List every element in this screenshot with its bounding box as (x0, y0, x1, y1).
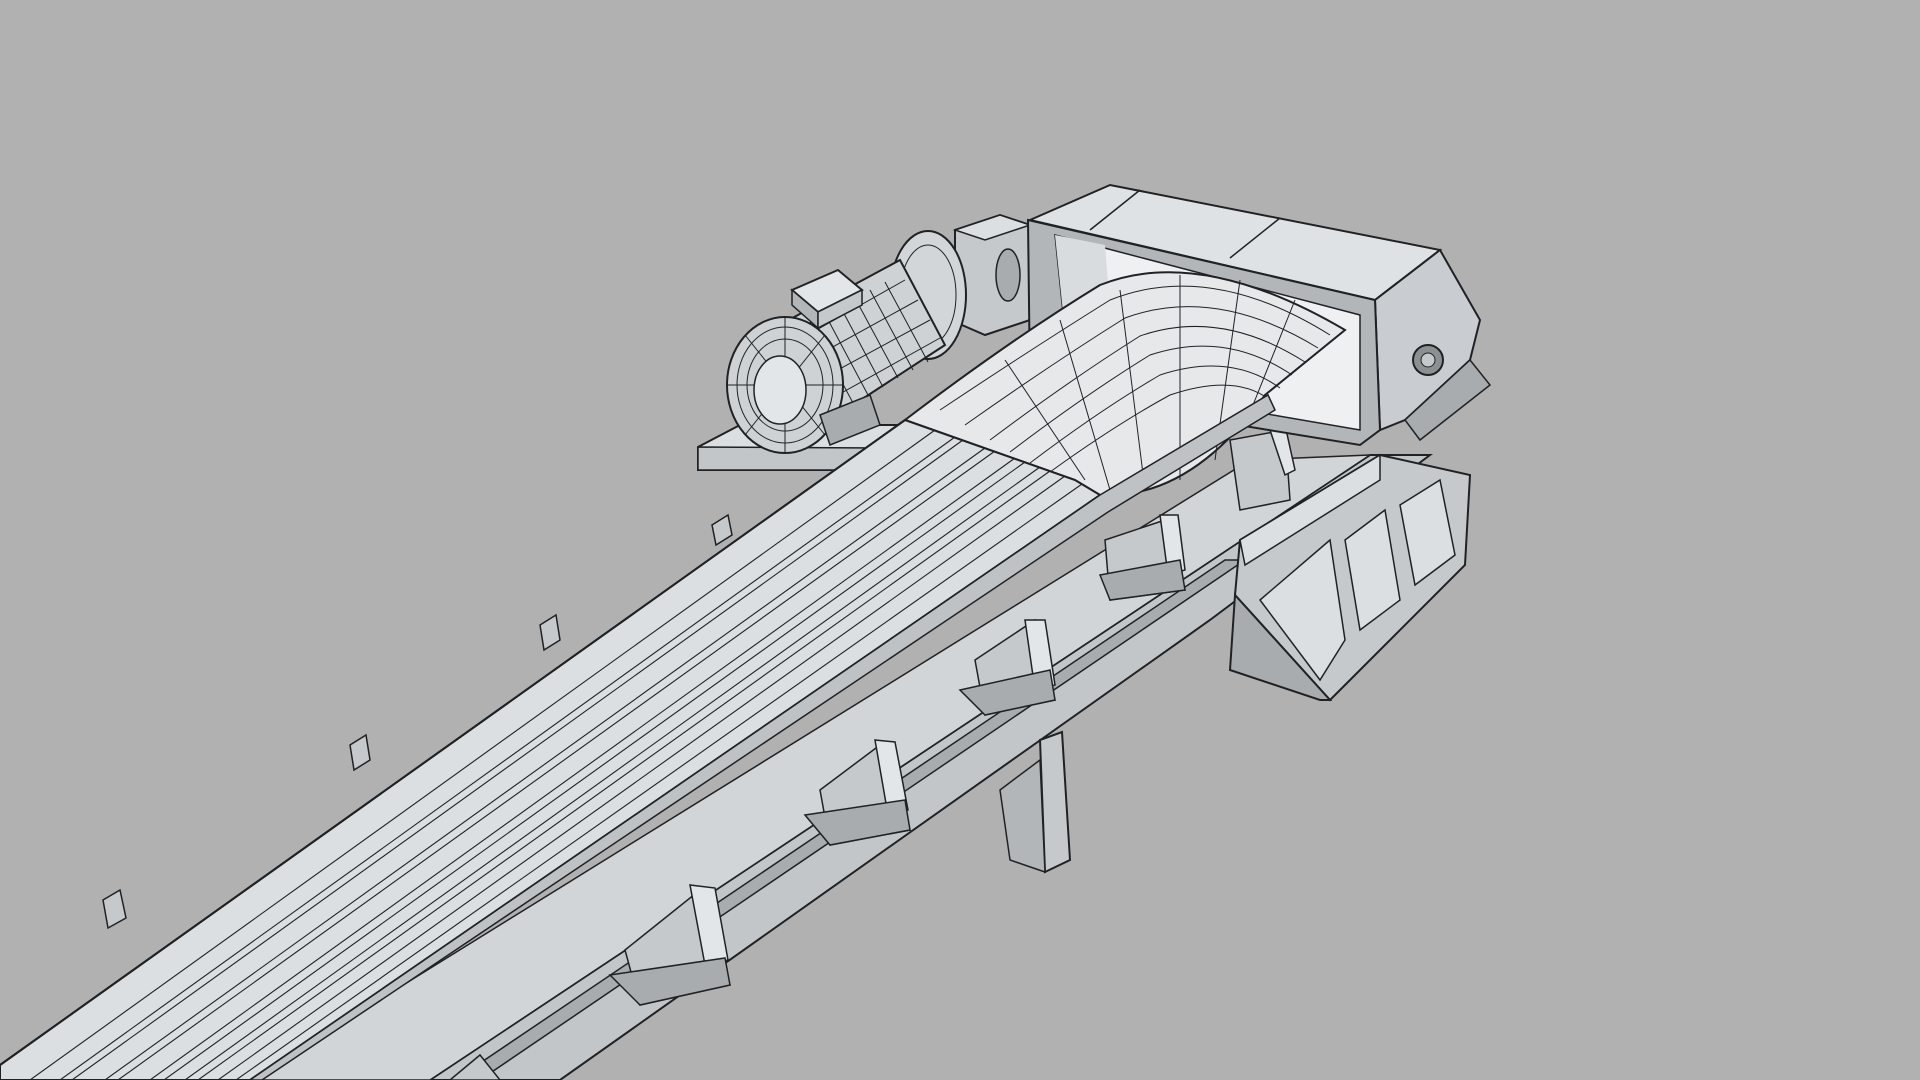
conveyor-render (0, 0, 1920, 1080)
